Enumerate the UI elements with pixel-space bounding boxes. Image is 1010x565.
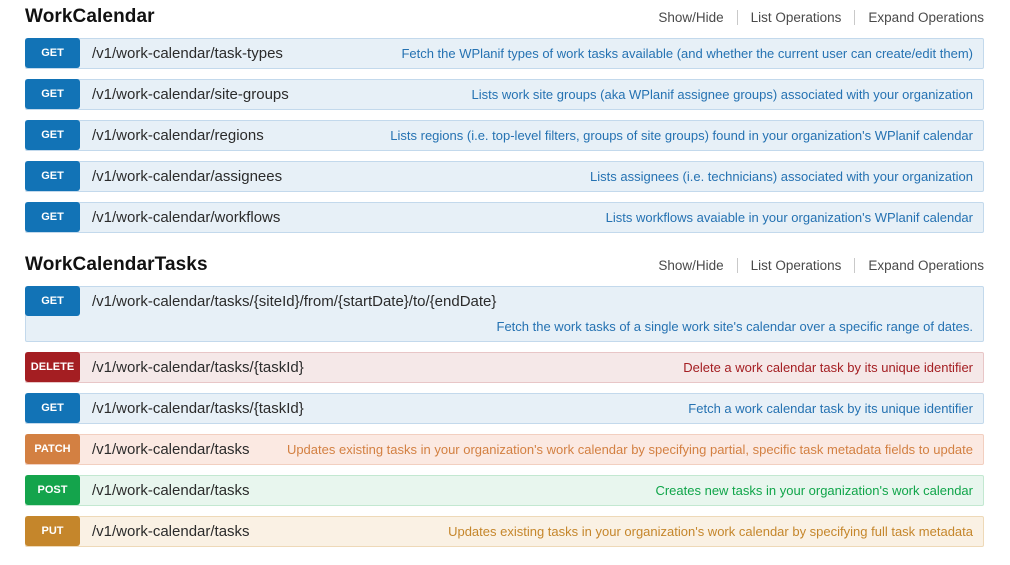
- operation-row[interactable]: PATCH /v1/work-calendar/tasks Updates ex…: [25, 434, 984, 465]
- api-docs-page: WorkCalendar Show/Hide List Operations E…: [0, 0, 1010, 565]
- section-header-workcalendar: WorkCalendar Show/Hide List Operations E…: [25, 6, 984, 28]
- section-header-workcalendartasks: WorkCalendarTasks Show/Hide List Operati…: [25, 254, 984, 276]
- method-badge[interactable]: GET: [25, 38, 80, 68]
- operation-summary[interactable]: Lists workflows avaiable in your organiz…: [596, 208, 983, 227]
- divider: [737, 258, 738, 273]
- endpoint-path[interactable]: /v1/work-calendar/tasks: [80, 517, 260, 546]
- operation-summary[interactable]: Fetch the work tasks of a single work si…: [26, 316, 983, 341]
- section-title: WorkCalendarTasks: [25, 254, 208, 276]
- operation-summary[interactable]: Creates new tasks in your organization's…: [645, 481, 983, 500]
- method-badge[interactable]: GET: [25, 120, 80, 150]
- operation-summary[interactable]: Lists assignees (i.e. technicians) assoc…: [580, 167, 983, 186]
- expand-operations-link[interactable]: Expand Operations: [868, 258, 984, 273]
- method-badge[interactable]: DELETE: [25, 352, 80, 382]
- method-badge[interactable]: GET: [25, 202, 80, 232]
- show-hide-link[interactable]: Show/Hide: [658, 10, 723, 25]
- operation-summary[interactable]: Lists regions (i.e. top-level filters, g…: [380, 126, 983, 145]
- divider: [854, 10, 855, 25]
- operation-row[interactable]: GET /v1/work-calendar/task-types Fetch t…: [25, 38, 984, 69]
- endpoint-path[interactable]: /v1/work-calendar/regions: [80, 121, 274, 150]
- endpoint-path[interactable]: /v1/work-calendar/tasks/{taskId}: [80, 353, 314, 382]
- operation-row[interactable]: GET /v1/work-calendar/workflows Lists wo…: [25, 202, 984, 233]
- operation-summary[interactable]: Updates existing tasks in your organizat…: [277, 440, 983, 459]
- method-badge[interactable]: GET: [25, 286, 80, 316]
- section-controls: Show/Hide List Operations Expand Operati…: [658, 258, 984, 273]
- section-title: WorkCalendar: [25, 6, 155, 28]
- expand-operations-link[interactable]: Expand Operations: [868, 10, 984, 25]
- divider: [737, 10, 738, 25]
- operation-summary[interactable]: Updates existing tasks in your organizat…: [438, 522, 983, 541]
- operation-row[interactable]: POST /v1/work-calendar/tasks Creates new…: [25, 475, 984, 506]
- operation-row[interactable]: GET /v1/work-calendar/assignees Lists as…: [25, 161, 984, 192]
- endpoint-path[interactable]: /v1/work-calendar/tasks: [80, 435, 260, 464]
- endpoint-path[interactable]: /v1/work-calendar/tasks: [80, 476, 260, 505]
- method-badge[interactable]: GET: [25, 161, 80, 191]
- endpoint-path[interactable]: /v1/work-calendar/workflows: [80, 203, 290, 232]
- operation-summary[interactable]: Lists work site groups (aka WPlanif assi…: [462, 85, 983, 104]
- list-operations-link[interactable]: List Operations: [751, 10, 842, 25]
- endpoint-path[interactable]: /v1/work-calendar/assignees: [80, 162, 292, 191]
- operation-row[interactable]: GET /v1/work-calendar/site-groups Lists …: [25, 79, 984, 110]
- operation-row[interactable]: GET /v1/work-calendar/tasks/{siteId}/fro…: [25, 286, 984, 342]
- operation-summary[interactable]: Fetch a work calendar task by its unique…: [678, 399, 983, 418]
- endpoint-path[interactable]: /v1/work-calendar/task-types: [80, 39, 293, 68]
- section-controls: Show/Hide List Operations Expand Operati…: [658, 10, 984, 25]
- method-badge[interactable]: GET: [25, 79, 80, 109]
- operation-row[interactable]: DELETE /v1/work-calendar/tasks/{taskId} …: [25, 352, 984, 383]
- method-badge[interactable]: POST: [25, 475, 80, 505]
- operation-summary[interactable]: Fetch the WPlanif types of work tasks av…: [391, 44, 983, 63]
- show-hide-link[interactable]: Show/Hide: [658, 258, 723, 273]
- divider: [854, 258, 855, 273]
- operation-row[interactable]: PUT /v1/work-calendar/tasks Updates exis…: [25, 516, 984, 547]
- method-badge[interactable]: PATCH: [25, 434, 80, 464]
- endpoint-path[interactable]: /v1/work-calendar/tasks/{siteId}/from/{s…: [80, 287, 506, 316]
- endpoint-path[interactable]: /v1/work-calendar/tasks/{taskId}: [80, 394, 314, 423]
- endpoint-path[interactable]: /v1/work-calendar/site-groups: [80, 80, 299, 109]
- list-operations-link[interactable]: List Operations: [751, 258, 842, 273]
- operation-row[interactable]: GET /v1/work-calendar/regions Lists regi…: [25, 120, 984, 151]
- method-badge[interactable]: GET: [25, 393, 80, 423]
- method-badge[interactable]: PUT: [25, 516, 80, 546]
- operation-row[interactable]: GET /v1/work-calendar/tasks/{taskId} Fet…: [25, 393, 984, 424]
- operation-summary[interactable]: Delete a work calendar task by its uniqu…: [673, 358, 983, 377]
